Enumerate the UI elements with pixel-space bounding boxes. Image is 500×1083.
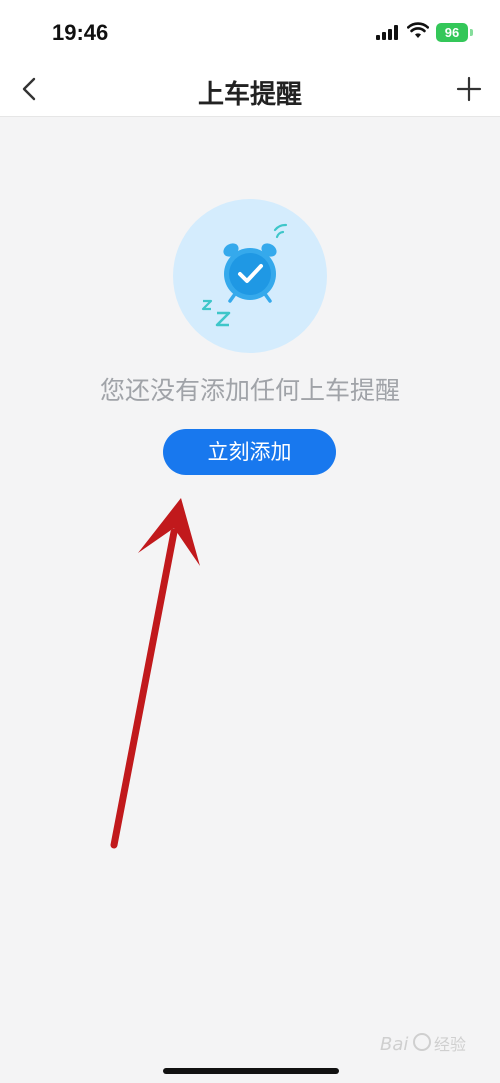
annotation-arrow-icon — [110, 498, 200, 849]
svg-text:Bai: Bai — [380, 1034, 408, 1055]
svg-text:经验: 经验 — [434, 1035, 466, 1054]
home-indicator[interactable] — [163, 1068, 339, 1074]
watermark-logo: Bai 经验 — [380, 1033, 466, 1055]
